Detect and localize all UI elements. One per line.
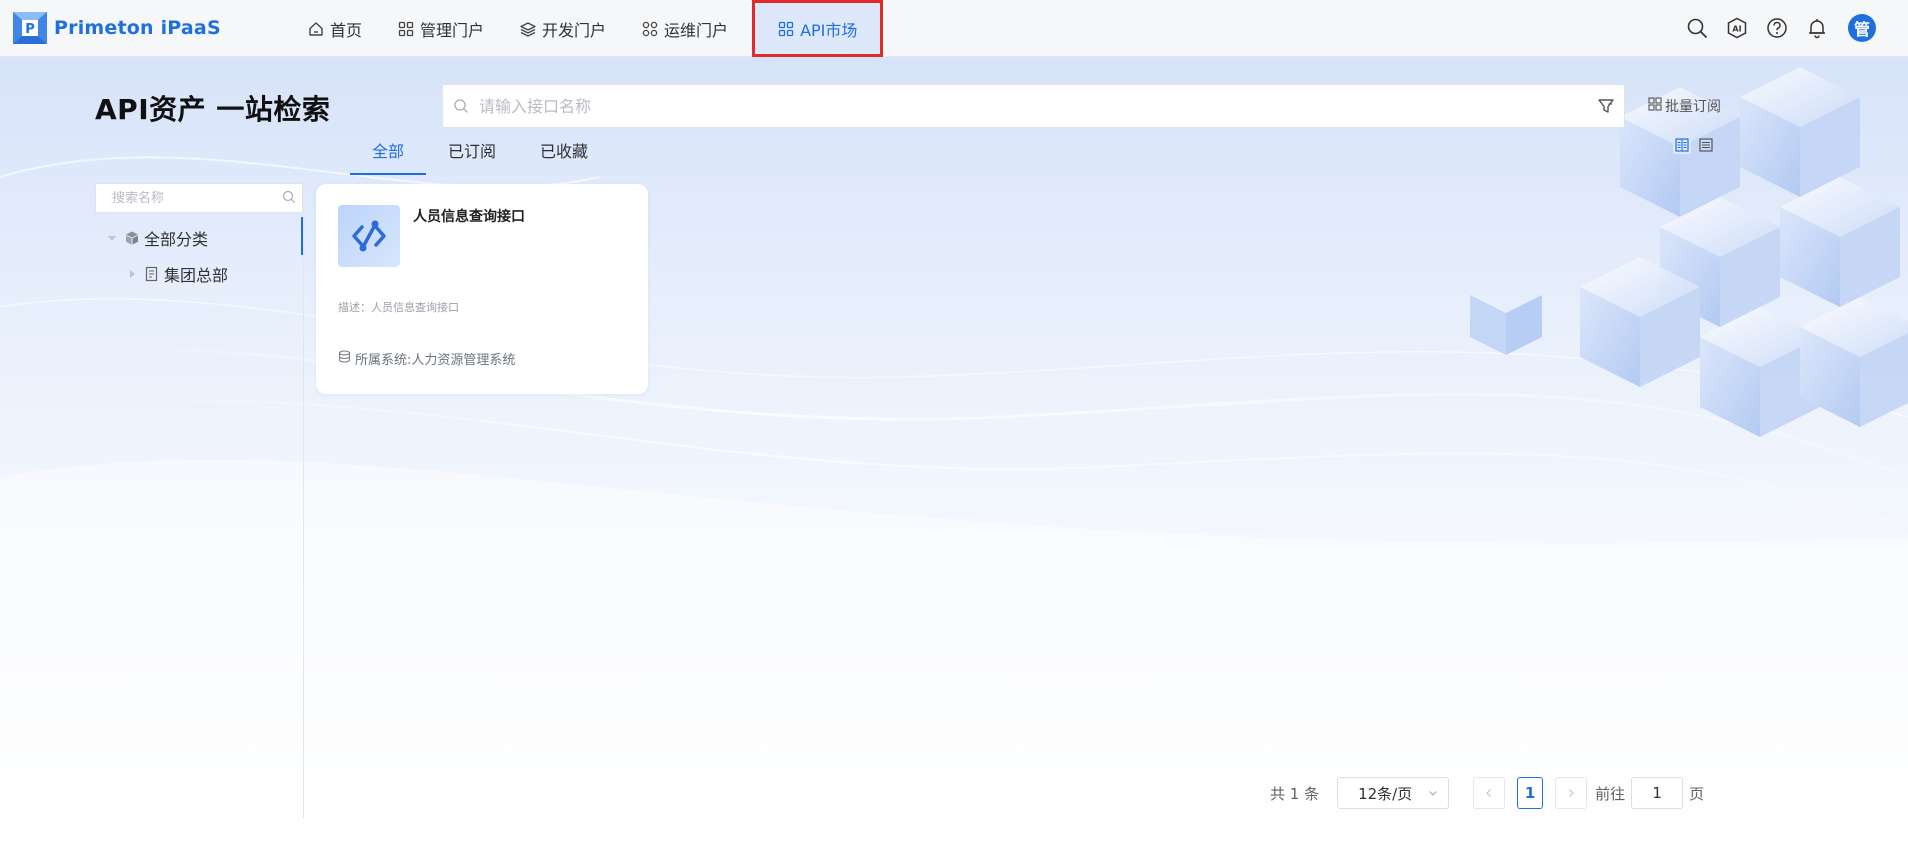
app-name: Primeton iPaaS: [54, 17, 221, 39]
nav-item-label: 开发门户: [542, 20, 607, 40]
page-size-select[interactable]: 12条/页: [1337, 777, 1450, 809]
cube-icon: [124, 230, 140, 246]
api-search-bar: [442, 84, 1625, 128]
nav-item-label: 运维门户: [664, 20, 729, 40]
prev-page-button[interactable]: [1473, 777, 1506, 809]
api-tabs: 全部 已订阅 已收藏: [350, 135, 610, 175]
nav-item-home[interactable]: 首页: [290, 0, 380, 57]
api-card-system-label: 所属系统:人力资源管理系统: [355, 353, 516, 368]
batch-subscribe-button[interactable]: 批量订阅: [1648, 96, 1721, 116]
nav-item-label: API市场: [800, 20, 858, 40]
tab-subscribed[interactable]: 已订阅: [426, 135, 518, 175]
tree-node-label: 集团总部: [164, 266, 229, 285]
ai-assistant-icon[interactable]: AI: [1724, 15, 1750, 41]
user-avatar[interactable]: 管: [1848, 14, 1876, 42]
card-view-icon[interactable]: [1673, 136, 1691, 154]
category-search: [95, 183, 303, 213]
page-title: API资产 一站检索: [95, 93, 331, 126]
pagination-total: 共 1 条: [1270, 784, 1320, 803]
api-search-input[interactable]: [479, 96, 1588, 116]
page-background: [0, 57, 1908, 846]
page-suffix: 页: [1689, 784, 1705, 803]
help-icon[interactable]: [1764, 15, 1790, 41]
search-icon[interactable]: [282, 189, 296, 208]
svg-text:P: P: [25, 22, 35, 37]
tree-node-label: 全部分类: [144, 230, 209, 249]
tree-node-group-hq[interactable]: 集团总部: [126, 262, 228, 286]
grid-icon: [398, 21, 414, 37]
sidebar-divider: [303, 215, 304, 818]
next-page-button[interactable]: [1555, 777, 1588, 809]
document-icon: [144, 266, 160, 282]
notification-bell-icon[interactable]: [1804, 15, 1830, 41]
category-search-input[interactable]: [112, 190, 282, 206]
list-view-icon[interactable]: [1697, 136, 1715, 154]
api-card-description: 描述：人员信息查询接口: [338, 301, 459, 314]
search-icon: [443, 98, 479, 114]
api-card-title: 人员信息查询接口: [413, 209, 525, 225]
layers-icon: [520, 21, 536, 37]
nav-item-ops-portal[interactable]: 运维门户: [624, 0, 746, 57]
primeton-logo-icon: P: [12, 11, 48, 45]
view-toggle: [1673, 136, 1715, 154]
svg-text:AI: AI: [1732, 25, 1741, 34]
grid-icon: [778, 21, 794, 37]
home-icon: [308, 21, 324, 37]
app-logo[interactable]: P Primeton iPaaS: [12, 11, 221, 45]
filter-icon[interactable]: [1588, 97, 1624, 115]
database-icon: [338, 350, 351, 367]
main-nav: 首页 管理门户 开发门户 运维门户 API市场: [290, 0, 884, 57]
background-decoration: [0, 67, 1908, 846]
nav-item-label: 管理门户: [420, 20, 485, 40]
nav-item-dev-portal[interactable]: 开发门户: [502, 0, 624, 57]
search-icon[interactable]: [1684, 15, 1710, 41]
api-link-icon: [338, 205, 400, 267]
page-number-current[interactable]: 1: [1517, 777, 1544, 809]
pagination: 共 1 条 12条/页 1 前往 页: [1270, 777, 1704, 809]
apps-icon: [642, 21, 658, 37]
chevron-right-icon: [1569, 789, 1574, 797]
caret-right-icon[interactable]: [126, 269, 138, 279]
page-size-value: 12条/页: [1358, 784, 1413, 803]
chevron-left-icon: [1486, 789, 1492, 797]
nav-item-api-market[interactable]: API市场: [752, 0, 884, 57]
tab-favorites[interactable]: 已收藏: [518, 135, 610, 175]
api-card[interactable]: 人员信息查询接口 描述：人员信息查询接口 所属系统:人力资源管理系统: [316, 184, 648, 394]
nav-item-admin-portal[interactable]: 管理门户: [380, 0, 502, 57]
caret-down-icon[interactable]: [106, 233, 118, 243]
goto-page-input[interactable]: [1631, 777, 1684, 809]
chevron-down-icon: [1428, 784, 1438, 802]
goto-label: 前往: [1595, 784, 1626, 803]
batch-subscribe-icon: [1648, 97, 1662, 115]
top-actions: AI 管: [1684, 14, 1876, 42]
tree-node-all-categories[interactable]: 全部分类: [106, 226, 208, 250]
top-navigation-bar: P Primeton iPaaS 首页 管理门户 开发门户 运维门户 API市场…: [0, 0, 1908, 57]
tab-all[interactable]: 全部: [350, 135, 427, 175]
nav-item-label: 首页: [330, 20, 363, 40]
batch-subscribe-label: 批量订阅: [1665, 99, 1721, 115]
api-card-system: 所属系统:人力资源管理系统: [338, 349, 515, 368]
